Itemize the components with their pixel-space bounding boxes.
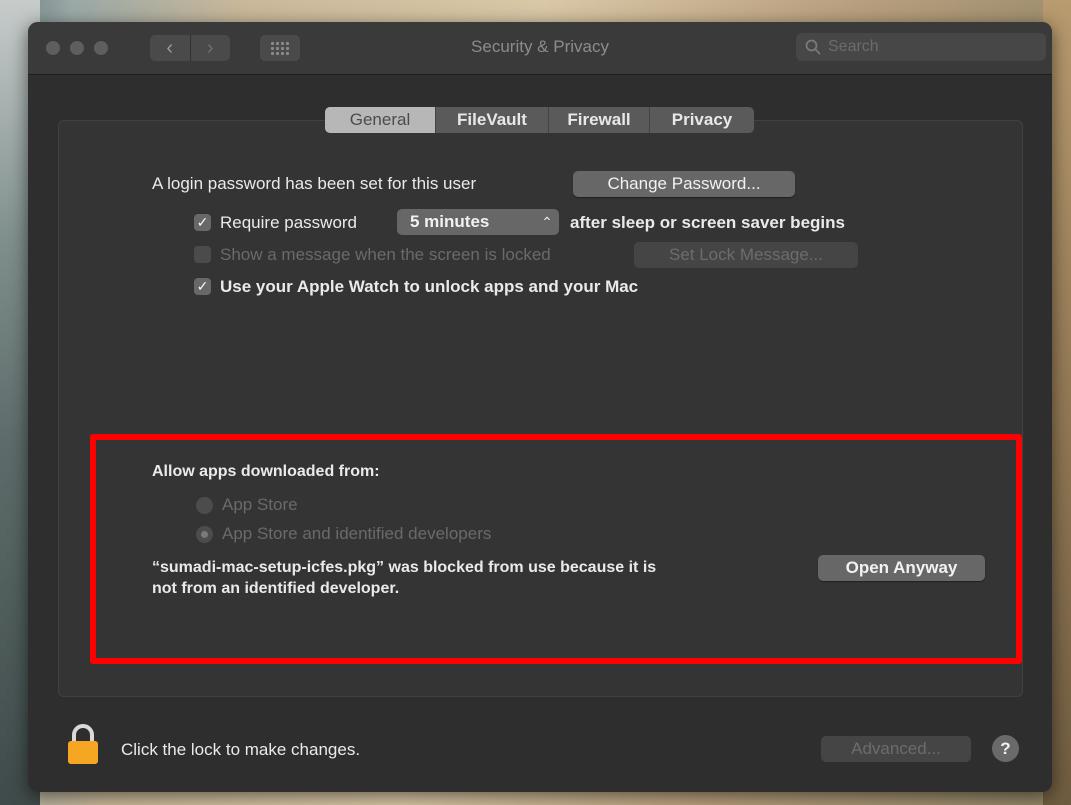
tab-bar: General FileVault Firewall Privacy <box>325 107 754 133</box>
login-password-text: A login password has been set for this u… <box>152 174 477 193</box>
password-delay-select[interactable]: 5 minutes ⌃ <box>397 209 559 235</box>
security-privacy-window: ‹ › Security & Privacy Search General Fi… <box>28 22 1052 792</box>
show-message-label: Show a message when the screen is locked <box>220 245 551 264</box>
checkmark-icon: ✓ <box>196 278 209 294</box>
change-password-button[interactable]: Change Password... <box>573 171 795 197</box>
lock-icon[interactable] <box>66 722 100 766</box>
require-password-checkbox[interactable]: ✓ <box>194 214 211 231</box>
help-button[interactable]: ? <box>992 735 1019 762</box>
require-password-label: Require password <box>220 213 358 232</box>
apple-watch-label: Use your Apple Watch to unlock apps and … <box>220 277 639 296</box>
set-lock-message-button[interactable]: Set Lock Message... <box>634 242 858 268</box>
checkmark-icon: ✓ <box>196 214 209 230</box>
search-icon <box>805 39 821 55</box>
apple-watch-checkbox[interactable]: ✓ <box>194 278 211 295</box>
search-placeholder: Search <box>828 38 879 55</box>
lock-text: Click the lock to make changes. <box>121 740 361 759</box>
tab-general[interactable]: General <box>325 107 435 133</box>
password-delay-value: 5 minutes <box>410 212 490 231</box>
tab-filevault[interactable]: FileVault <box>435 107 548 133</box>
title-bar: ‹ › Security & Privacy Search <box>28 22 1052 75</box>
chevron-updown-icon: ⌃ <box>541 213 553 230</box>
advanced-button[interactable]: Advanced... <box>821 736 971 762</box>
highlight-box <box>90 434 1022 664</box>
search-field[interactable]: Search <box>796 33 1046 61</box>
require-password-suffix: after sleep or screen saver begins <box>570 213 845 232</box>
tab-firewall[interactable]: Firewall <box>548 107 649 133</box>
tab-privacy[interactable]: Privacy <box>649 107 754 133</box>
show-message-checkbox[interactable] <box>194 246 211 263</box>
